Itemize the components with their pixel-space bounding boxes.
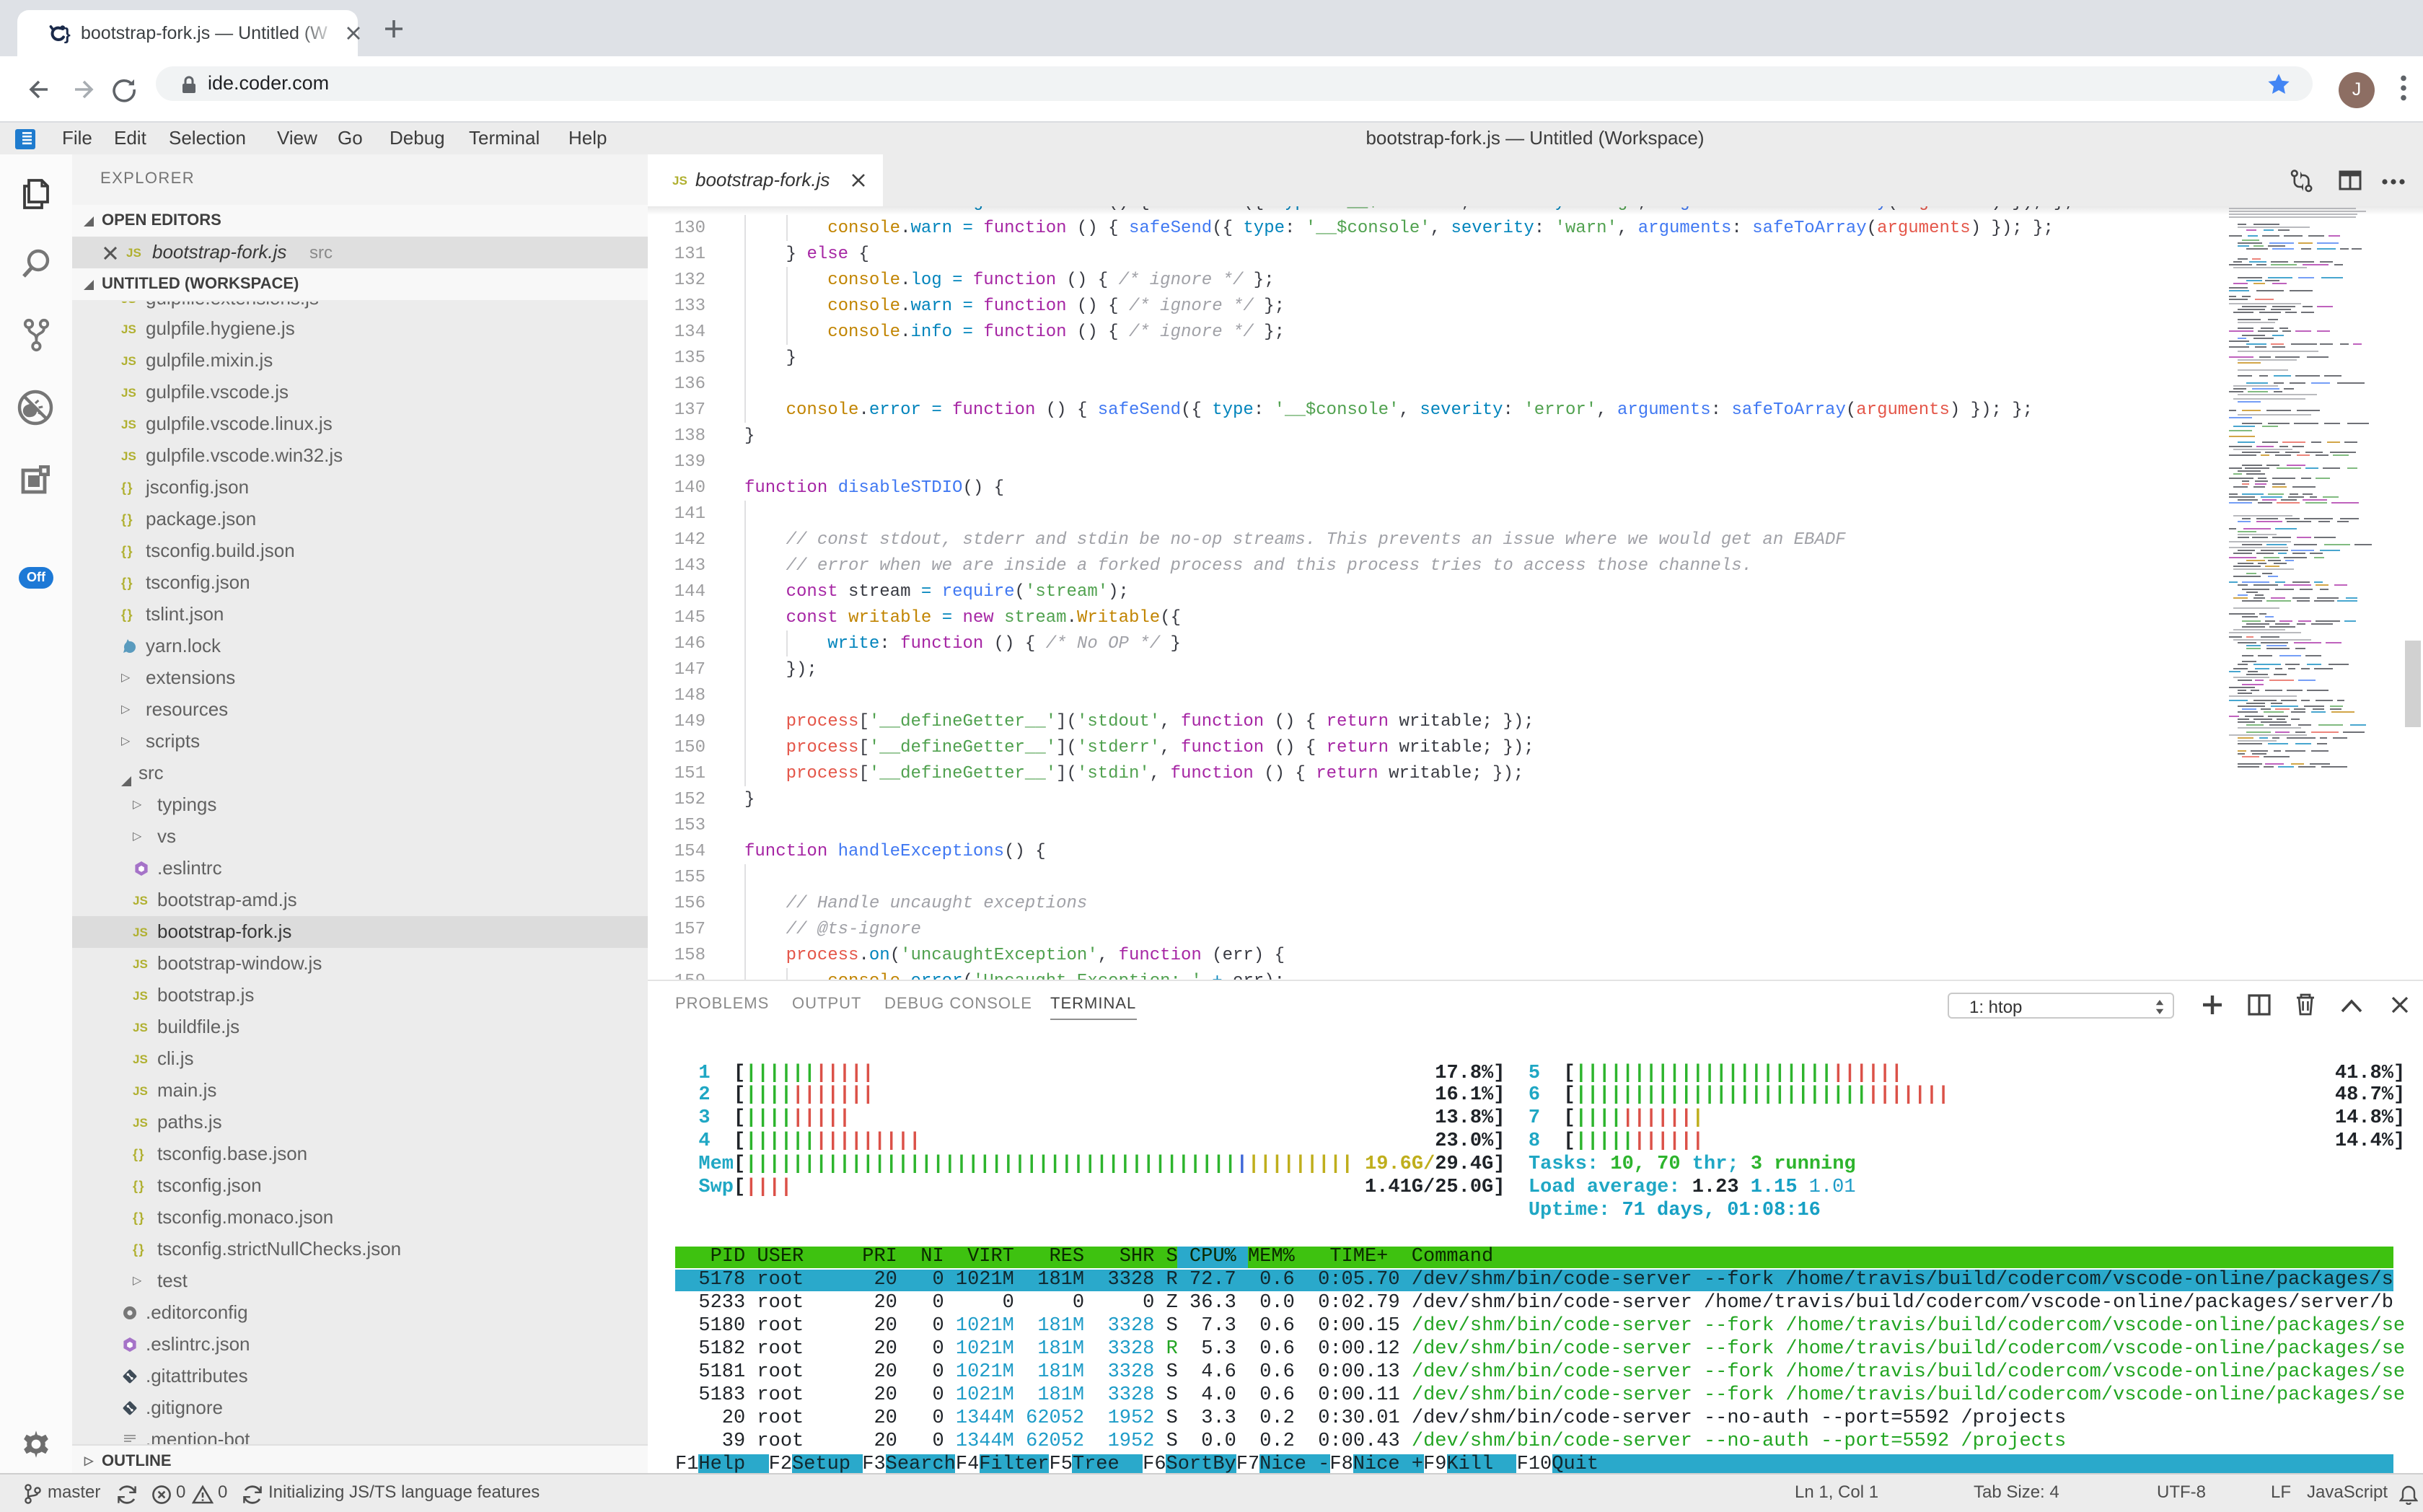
- svg-text:}: }: [64, 24, 71, 43]
